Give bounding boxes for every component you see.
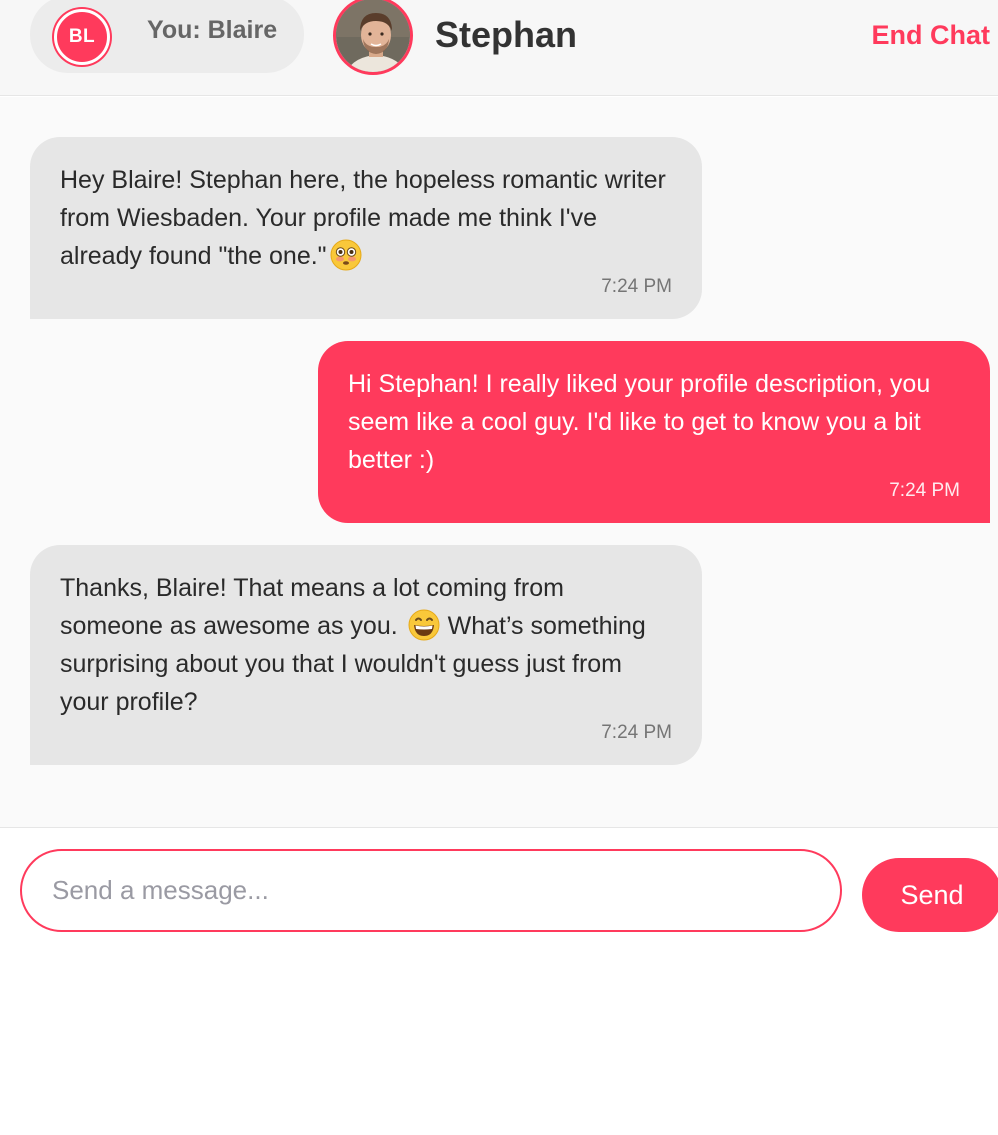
end-chat-button[interactable]: End Chat <box>872 20 991 51</box>
message-timestamp: 7:24 PM <box>601 276 672 297</box>
message-list[interactable]: Hey Blaire! Stephan here, the hopeless r… <box>0 97 998 828</box>
contact-name: Stephan <box>435 14 578 55</box>
flushed-face-emoji-icon <box>329 238 363 272</box>
profile-photo-icon <box>336 0 410 72</box>
message-text: Hey Blaire! Stephan here, the hopeless r… <box>60 166 666 270</box>
message-composer: Send <box>0 829 998 1135</box>
current-user-pill: BL You: Blaire <box>30 0 304 73</box>
message-bubble-received: Thanks, Blaire! That means a lot coming … <box>30 545 702 765</box>
message-bubble-received: Hey Blaire! Stephan here, the hopeless r… <box>30 137 702 319</box>
user-avatar-initials: BL <box>54 9 110 65</box>
contact-avatar[interactable] <box>333 0 413 75</box>
message-bubble-sent: Hi Stephan! I really liked your profile … <box>318 341 990 523</box>
chat-header: BL You: Blaire Stephan End Chat <box>0 0 998 96</box>
grinning-face-emoji-icon <box>407 608 441 642</box>
message-text: Hi Stephan! I really liked your profile … <box>348 370 931 474</box>
message-input[interactable] <box>20 849 842 932</box>
message-timestamp: 7:24 PM <box>601 722 672 743</box>
chat-app: BL You: Blaire Stephan End Chat Hey Blai… <box>0 0 998 1135</box>
send-button[interactable]: Send <box>862 858 998 932</box>
current-user-label: You: Blaire <box>147 16 278 44</box>
message-timestamp: 7:24 PM <box>889 480 960 501</box>
